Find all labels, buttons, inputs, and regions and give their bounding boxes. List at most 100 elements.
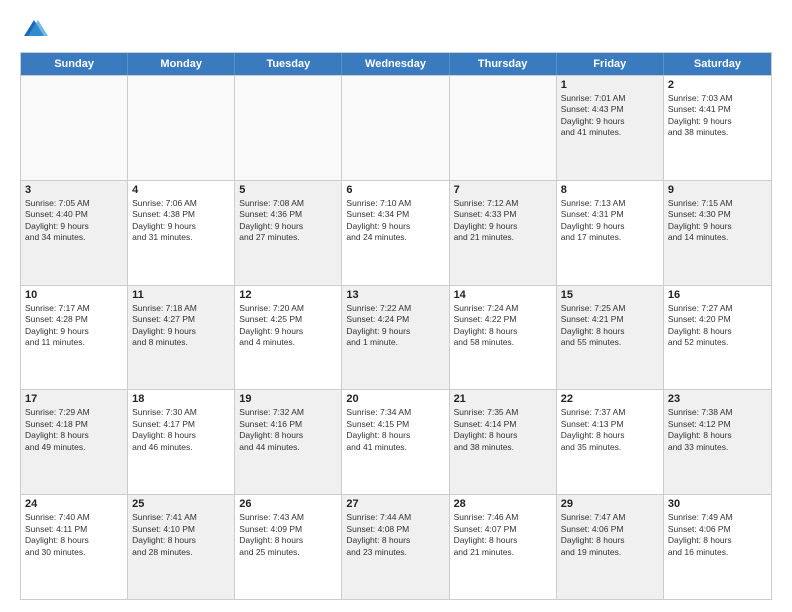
calendar-row: 1 Sunrise: 7:01 AM Sunset: 4:43 PM Daylig… [21,75,771,180]
day-number: 3 [25,184,123,196]
day-info: Sunrise: 7:22 AM Sunset: 4:24 PM Dayligh… [346,303,444,349]
day-info: Sunrise: 7:43 AM Sunset: 4:09 PM Dayligh… [239,512,337,558]
day-info: Sunrise: 7:05 AM Sunset: 4:40 PM Dayligh… [25,198,123,244]
day-number: 17 [25,393,123,405]
day-info: Sunrise: 7:13 AM Sunset: 4:31 PM Dayligh… [561,198,659,244]
day-number: 22 [561,393,659,405]
calendar-cell: 7 Sunrise: 7:12 AM Sunset: 4:33 PM Daylig… [450,181,557,285]
calendar-cell: 29 Sunrise: 7:47 AM Sunset: 4:06 PM Dayli… [557,495,664,599]
calendar-cell: 27 Sunrise: 7:44 AM Sunset: 4:08 PM Dayli… [342,495,449,599]
day-info: Sunrise: 7:12 AM Sunset: 4:33 PM Dayligh… [454,198,552,244]
day-number: 9 [668,184,767,196]
calendar-cell: 23 Sunrise: 7:38 AM Sunset: 4:12 PM Dayli… [664,390,771,494]
calendar-cell: 9 Sunrise: 7:15 AM Sunset: 4:30 PM Daylig… [664,181,771,285]
day-of-week-header: Monday [128,53,235,75]
calendar-cell: 5Sunrise: 7:08 AM Sunset: 4:36 PM Daylig… [235,181,342,285]
calendar-cell: 24 Sunrise: 7:40 AM Sunset: 4:11 PM Dayli… [21,495,128,599]
calendar-cell [450,76,557,180]
calendar-cell: 20 Sunrise: 7:34 AM Sunset: 4:15 PM Dayli… [342,390,449,494]
calendar-cell: 21Sunrise: 7:35 AM Sunset: 4:14 PM Dayli… [450,390,557,494]
day-number: 29 [561,498,659,510]
day-info: Sunrise: 7:29 AM Sunset: 4:18 PM Dayligh… [25,407,123,453]
calendar-cell: 19 Sunrise: 7:32 AM Sunset: 4:16 PM Dayli… [235,390,342,494]
calendar-row: 24 Sunrise: 7:40 AM Sunset: 4:11 PM Dayli… [21,494,771,599]
day-of-week-header: Tuesday [235,53,342,75]
day-info: Sunrise: 7:20 AM Sunset: 4:25 PM Dayligh… [239,303,337,349]
calendar-cell: 22 Sunrise: 7:37 AM Sunset: 4:13 PM Dayli… [557,390,664,494]
day-info: Sunrise: 7:37 AM Sunset: 4:13 PM Dayligh… [561,407,659,453]
day-info: Sunrise: 7:41 AM Sunset: 4:10 PM Dayligh… [132,512,230,558]
day-info: Sunrise: 7:25 AM Sunset: 4:21 PM Dayligh… [561,303,659,349]
day-info: Sunrise: 7:15 AM Sunset: 4:30 PM Dayligh… [668,198,767,244]
day-number: 11 [132,289,230,301]
calendar-row: 17 Sunrise: 7:29 AM Sunset: 4:18 PM Dayli… [21,389,771,494]
day-of-week-header: Sunday [21,53,128,75]
day-number: 19 [239,393,337,405]
calendar-cell: 4 Sunrise: 7:06 AM Sunset: 4:38 PM Daylig… [128,181,235,285]
day-number: 30 [668,498,767,510]
calendar-cell: 13 Sunrise: 7:22 AM Sunset: 4:24 PM Dayli… [342,286,449,390]
day-number: 28 [454,498,552,510]
day-number: 16 [668,289,767,301]
calendar-cell [128,76,235,180]
day-info: Sunrise: 7:38 AM Sunset: 4:12 PM Dayligh… [668,407,767,453]
calendar-row: 10Sunrise: 7:17 AM Sunset: 4:28 PM Dayli… [21,285,771,390]
day-info: Sunrise: 7:10 AM Sunset: 4:34 PM Dayligh… [346,198,444,244]
day-number: 2 [668,79,767,91]
logo-icon [20,16,48,44]
calendar-cell: 14 Sunrise: 7:24 AM Sunset: 4:22 PM Dayli… [450,286,557,390]
day-info: Sunrise: 7:46 AM Sunset: 4:07 PM Dayligh… [454,512,552,558]
day-number: 24 [25,498,123,510]
day-info: Sunrise: 7:35 AM Sunset: 4:14 PM Dayligh… [454,407,552,453]
day-number: 10 [25,289,123,301]
calendar-cell [21,76,128,180]
day-number: 25 [132,498,230,510]
day-number: 8 [561,184,659,196]
logo [20,16,52,44]
day-number: 12 [239,289,337,301]
calendar-cell: 16Sunrise: 7:27 AM Sunset: 4:20 PM Dayli… [664,286,771,390]
calendar-cell: 26 Sunrise: 7:43 AM Sunset: 4:09 PM Dayli… [235,495,342,599]
calendar-cell [235,76,342,180]
header [20,16,772,44]
calendar-cell: 2 Sunrise: 7:03 AM Sunset: 4:41 PM Daylig… [664,76,771,180]
day-of-week-header: Friday [557,53,664,75]
day-number: 26 [239,498,337,510]
day-number: 27 [346,498,444,510]
calendar-cell: 1 Sunrise: 7:01 AM Sunset: 4:43 PM Daylig… [557,76,664,180]
day-of-week-header: Thursday [450,53,557,75]
day-info: Sunrise: 7:06 AM Sunset: 4:38 PM Dayligh… [132,198,230,244]
calendar-cell: 18Sunrise: 7:30 AM Sunset: 4:17 PM Dayli… [128,390,235,494]
day-info: Sunrise: 7:08 AM Sunset: 4:36 PM Dayligh… [239,198,337,244]
calendar-cell: 8 Sunrise: 7:13 AM Sunset: 4:31 PM Daylig… [557,181,664,285]
day-number: 4 [132,184,230,196]
day-info: Sunrise: 7:01 AM Sunset: 4:43 PM Dayligh… [561,93,659,139]
calendar-cell: 17 Sunrise: 7:29 AM Sunset: 4:18 PM Dayli… [21,390,128,494]
day-number: 20 [346,393,444,405]
day-number: 1 [561,79,659,91]
page: SundayMondayTuesdayWednesdayThursdayFrid… [0,0,792,612]
day-info: Sunrise: 7:32 AM Sunset: 4:16 PM Dayligh… [239,407,337,453]
day-number: 7 [454,184,552,196]
day-info: Sunrise: 7:49 AM Sunset: 4:06 PM Dayligh… [668,512,767,558]
day-info: Sunrise: 7:47 AM Sunset: 4:06 PM Dayligh… [561,512,659,558]
day-of-week-header: Wednesday [342,53,449,75]
day-info: Sunrise: 7:24 AM Sunset: 4:22 PM Dayligh… [454,303,552,349]
day-info: Sunrise: 7:34 AM Sunset: 4:15 PM Dayligh… [346,407,444,453]
day-info: Sunrise: 7:30 AM Sunset: 4:17 PM Dayligh… [132,407,230,453]
day-number: 14 [454,289,552,301]
calendar-cell: 11Sunrise: 7:18 AM Sunset: 4:27 PM Dayli… [128,286,235,390]
day-number: 23 [668,393,767,405]
day-number: 13 [346,289,444,301]
day-info: Sunrise: 7:40 AM Sunset: 4:11 PM Dayligh… [25,512,123,558]
day-info: Sunrise: 7:03 AM Sunset: 4:41 PM Dayligh… [668,93,767,139]
calendar-cell: 25 Sunrise: 7:41 AM Sunset: 4:10 PM Dayli… [128,495,235,599]
calendar-cell: 10Sunrise: 7:17 AM Sunset: 4:28 PM Dayli… [21,286,128,390]
calendar-cell [342,76,449,180]
day-number: 6 [346,184,444,196]
calendar-body: 1 Sunrise: 7:01 AM Sunset: 4:43 PM Daylig… [21,75,771,599]
day-info: Sunrise: 7:44 AM Sunset: 4:08 PM Dayligh… [346,512,444,558]
calendar-cell: 15Sunrise: 7:25 AM Sunset: 4:21 PM Dayli… [557,286,664,390]
calendar-cell: 28 Sunrise: 7:46 AM Sunset: 4:07 PM Dayli… [450,495,557,599]
calendar: SundayMondayTuesdayWednesdayThursdayFrid… [20,52,772,600]
